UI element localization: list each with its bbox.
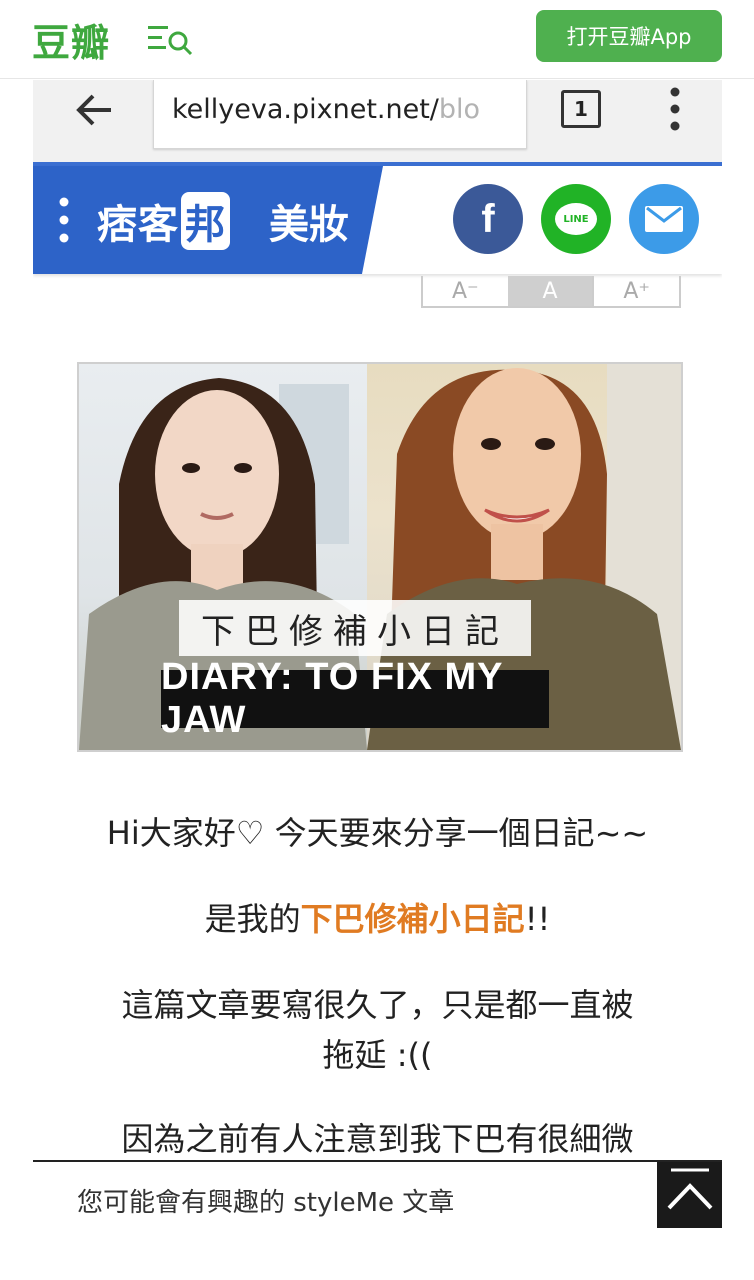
pixnet-logo[interactable]: 痞客邦 [97,192,232,250]
article-paragraph-1: Hi大家好♡ 今天要來分享一個日記~~ [106,814,649,852]
douban-logo[interactable]: 豆瓣 [32,12,110,67]
font-size-controls: A⁻ A A⁺ [421,276,681,308]
image-caption-chinese: 下巴修補小日記 [179,600,531,656]
article-hero-image: 下巴修補小日記 DIARY: TO FIX MY JAW [77,362,683,752]
highlighted-title: 下巴修補小日記 [300,900,525,938]
facebook-share-button[interactable]: f [453,184,523,254]
font-normal-button[interactable]: A [507,276,593,306]
chevron-up-icon [667,1168,713,1210]
pixnet-header: 痞客邦 美妝 f LINE [33,166,722,274]
url-bar[interactable]: kellyeva.pixnet.net/blo [153,80,527,149]
menu-search-icon[interactable] [146,22,194,56]
pixnet-brand-panel: 痞客邦 美妝 [33,166,383,274]
article-paragraph-4: 因為之前有人注意到我下巴有很細微 [121,1120,634,1158]
menu-dots-icon[interactable] [59,196,69,244]
article-paragraph-2: 是我的下巴修補小日記!! [204,900,551,938]
more-vertical-icon[interactable] [665,86,685,132]
browser-toolbar: kellyeva.pixnet.net/blo 1 [33,80,722,166]
scroll-to-top-button[interactable] [657,1162,722,1228]
line-share-button[interactable]: LINE [541,184,611,254]
url-text: kellyeva.pixnet.net/blo [172,94,481,125]
back-arrow-icon[interactable] [73,88,117,132]
image-caption-english: DIARY: TO FIX MY JAW [161,656,549,741]
email-share-button[interactable] [629,184,699,254]
douban-header: 豆瓣 打开豆瓣App [0,0,754,79]
article-paragraph-3: 這篇文章要寫很久了，只是都一直被 拖延 :(( [121,986,634,1074]
recommendation-bar[interactable]: 您可能會有興趣的 styleMe 文章 [33,1160,722,1228]
recommendation-text: 您可能會有興趣的 styleMe 文章 [77,1188,455,1218]
line-icon: LINE [555,203,597,235]
mail-icon [645,206,683,232]
font-smaller-button[interactable]: A⁻ [423,276,508,306]
embedded-screenshot: kellyeva.pixnet.net/blo 1 痞客邦 美妝 f LINE [33,80,722,1228]
facebook-icon: f [481,196,495,241]
tab-switcher-button[interactable]: 1 [561,90,601,128]
category-title: 美妝 [269,202,349,248]
open-douban-app-button[interactable]: 打开豆瓣App [536,10,722,62]
font-larger-button[interactable]: A⁺ [592,276,679,306]
